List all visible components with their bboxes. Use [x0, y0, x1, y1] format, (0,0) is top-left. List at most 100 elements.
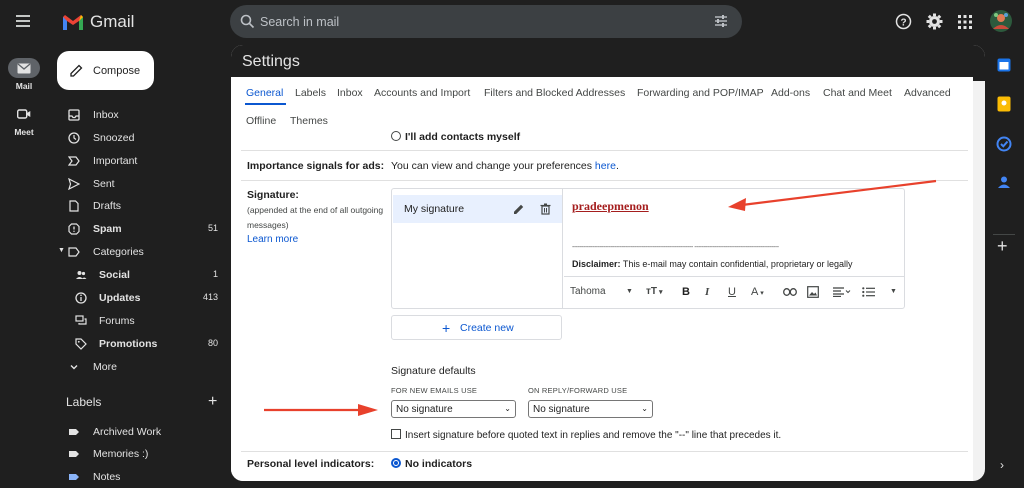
active-tab-indicator	[245, 103, 286, 105]
text-color-icon[interactable]: A ▾	[751, 286, 764, 298]
label-name: Archived Work	[93, 426, 162, 438]
learn-more-link[interactable]: Learn more	[247, 234, 298, 245]
compose-button[interactable]: Compose	[57, 51, 154, 90]
create-new-button[interactable]: + Create new	[391, 315, 562, 340]
calendar-icon[interactable]	[997, 58, 1011, 72]
inbox-icon	[68, 109, 80, 121]
settings-gear-icon[interactable]	[926, 13, 943, 30]
tab-filters[interactable]: Filters and Blocked Addresses	[484, 87, 625, 99]
signature-text: pradeepmenon	[572, 199, 649, 213]
contacts-icon[interactable]	[997, 175, 1011, 189]
signature-sublabel: (appended at the end of all outgoing mes…	[247, 205, 384, 230]
tasks-icon[interactable]	[996, 136, 1012, 152]
font-select[interactable]: Tahoma	[570, 286, 606, 297]
add-label-icon[interactable]: +	[208, 393, 217, 411]
label-notes[interactable]: Notes	[48, 466, 230, 488]
search-input[interactable]	[260, 5, 700, 38]
nav-label: Updates	[99, 292, 141, 304]
search-icon[interactable]	[240, 14, 255, 29]
search-options-icon[interactable]	[714, 14, 728, 28]
tab-labels[interactable]: Labels	[295, 87, 326, 99]
plus-icon: +	[442, 320, 451, 336]
checkbox-unchecked[interactable]	[391, 429, 401, 439]
font-size-icon[interactable]: тT ▾	[646, 286, 662, 297]
nav-label: Social	[99, 269, 130, 281]
divider	[241, 451, 968, 452]
spam-icon	[68, 223, 80, 235]
image-icon[interactable]	[807, 286, 819, 298]
edit-pencil-icon[interactable]	[513, 203, 525, 215]
more-formatting-icon[interactable]: ▼	[890, 288, 897, 295]
account-avatar-icon[interactable]	[989, 9, 1013, 33]
label-memories[interactable]: Memories :)	[48, 443, 230, 465]
add-addon-icon[interactable]: +	[997, 236, 1008, 257]
nav-count: 51	[207, 223, 218, 233]
insert-signature-option[interactable]: Insert signature before quoted text in r…	[391, 429, 781, 441]
app-name: Gmail	[90, 12, 135, 31]
nav-label: Promotions	[99, 338, 158, 350]
label-archived-work[interactable]: Archived Work	[48, 421, 230, 443]
label-name: Notes	[93, 471, 121, 483]
radio-unchecked[interactable]	[391, 131, 401, 141]
tab-advanced[interactable]: Advanced	[904, 87, 951, 99]
underline-icon[interactable]: U	[728, 286, 736, 298]
nav-promotions[interactable]: Promotions 80	[48, 333, 230, 355]
annotation-arrow-defaults	[264, 404, 378, 416]
nav-snoozed[interactable]: Snoozed	[48, 127, 230, 149]
tab-inbox[interactable]: Inbox	[337, 87, 363, 99]
divider	[241, 150, 968, 151]
tab-addons[interactable]: Add-ons	[771, 87, 810, 99]
italic-icon[interactable]: I	[705, 286, 709, 298]
delete-trash-icon[interactable]	[540, 203, 551, 215]
tab-chat-meet[interactable]: Chat and Meet	[823, 87, 892, 99]
nav-more[interactable]: More	[48, 356, 230, 378]
nav-label: Spam	[93, 223, 122, 235]
no-indicators-option[interactable]: No indicators	[391, 458, 472, 470]
gmail-logo[interactable]: Gmail	[62, 12, 134, 32]
align-icon[interactable]	[833, 287, 851, 297]
signature-dashes: ----------------------------------------…	[572, 244, 779, 251]
nav-important[interactable]: Important	[48, 150, 230, 172]
dropdown-arrow-icon[interactable]: ▼	[626, 288, 633, 295]
nav-forums[interactable]: Forums	[48, 310, 230, 332]
label-tag-icon	[69, 474, 79, 480]
rail-meet[interactable]: Meet	[4, 104, 44, 137]
expand-panel-icon[interactable]: ›	[1000, 458, 1004, 472]
nav-updates[interactable]: Updates 413	[48, 287, 230, 309]
signature-item[interactable]: My signature	[393, 195, 562, 223]
no-indicators-label: No indicators	[405, 458, 473, 470]
compose-label: Compose	[93, 65, 141, 77]
nav-spam[interactable]: Spam 51	[48, 218, 230, 240]
link-icon[interactable]	[783, 288, 797, 296]
video-camera-icon	[17, 109, 31, 119]
list-icon[interactable]	[862, 287, 876, 297]
nav-sent[interactable]: Sent	[48, 173, 230, 195]
reply-signature-select[interactable]: No signature ⌄	[528, 400, 653, 418]
rail-mail[interactable]: Mail	[4, 58, 44, 91]
draft-icon	[69, 200, 79, 212]
nav-label: Forums	[99, 315, 135, 327]
nav-categories[interactable]: ▼ Categories	[48, 241, 230, 263]
pencil-icon	[70, 64, 83, 77]
importance-link[interactable]: here	[595, 160, 616, 172]
tab-general[interactable]: General	[246, 87, 283, 99]
contacts-option[interactable]: I'll add contacts myself	[391, 131, 520, 143]
nav-social[interactable]: Social 1	[48, 264, 230, 286]
apps-grid-icon[interactable]	[958, 15, 972, 29]
help-icon[interactable]: ?	[895, 13, 912, 30]
radio-checked[interactable]	[391, 458, 401, 468]
nav-count: 413	[202, 292, 218, 302]
tab-offline[interactable]: Offline	[246, 115, 276, 127]
keep-icon[interactable]	[997, 96, 1011, 112]
nav-drafts[interactable]: Drafts	[48, 195, 230, 217]
nav-label: More	[93, 361, 117, 373]
main-menu-icon[interactable]	[16, 15, 30, 27]
nav-inbox[interactable]: Inbox	[48, 104, 230, 126]
app-rail: Mail Meet	[0, 44, 48, 486]
tab-accounts[interactable]: Accounts and Import	[374, 87, 470, 99]
tab-themes[interactable]: Themes	[290, 115, 328, 127]
new-emails-signature-select[interactable]: No signature ⌄	[391, 400, 516, 418]
tag-icon	[75, 338, 87, 350]
bold-icon[interactable]: B	[682, 286, 690, 298]
tab-forwarding[interactable]: Forwarding and POP/IMAP	[637, 87, 764, 99]
